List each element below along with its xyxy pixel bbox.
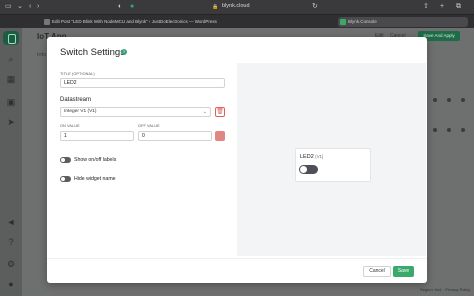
grid-icon[interactable]: ▦ [5,73,17,85]
widget-icon[interactable] [461,98,465,102]
preview-title: LED2 (V1) [300,154,323,160]
widget-icon[interactable] [461,128,465,132]
show-onoff-labels-label: Show on/off labels [74,157,117,163]
switch-settings-modal: Switch Settings ? TITLE (OPTIONAL) LED2 … [47,37,427,283]
region-footer: Region: fra1 · Privacy Policy [420,287,471,292]
extension-icon[interactable]: ● [130,3,134,11]
widget-icon[interactable] [433,98,437,102]
tab-info[interactable]: Info [37,52,46,58]
footer-divider [47,258,427,259]
lock-icon: 🔒 [212,4,219,10]
share-icon[interactable]: ⇧ [423,3,429,11]
back-icon[interactable]: ‹ [29,3,31,11]
avatar[interactable]: ● [5,278,17,290]
show-onoff-labels-toggle[interactable] [60,157,71,163]
megaphone-icon[interactable]: ◄ [5,216,17,228]
address-bar[interactable]: blynk.cloud [222,3,250,9]
wordpress-icon [44,19,50,25]
blynk-logo[interactable] [3,31,19,45]
widget-icon[interactable] [447,128,451,132]
sidebar-toggle-icon[interactable]: ▭ [5,3,12,11]
chevron-down-icon: ⌄ [202,109,207,115]
delete-datastream-button[interactable]: 🗑 [215,107,225,117]
title-field-label: TITLE (OPTIONAL) [60,72,95,76]
hide-widget-name-toggle[interactable] [60,176,71,182]
widget-icon[interactable] [447,98,451,102]
cancel-button[interactable]: Cancel [363,266,391,277]
tab-label: Blynk.Console [348,19,377,24]
tab-label: Edit Post "LED Blink With NodeMCU and Bl… [52,19,217,24]
blynk-icon [340,19,346,25]
help-icon[interactable]: ? [5,236,17,248]
off-value-input[interactable]: 0 [138,131,212,141]
preview-name: LED2 [300,154,314,160]
sidebar: ⌕ ▦ ▣ ➤ ◄ ? ⚙ ● [0,28,22,296]
tab-blynk-console[interactable]: Blynk.Console [338,17,468,27]
modal-title: Switch Settings [60,47,125,58]
on-value-label: ON VALUE [60,124,80,128]
on-value-input[interactable]: 1 [60,131,134,141]
title-input[interactable]: LED2 [60,78,225,88]
datastream-select[interactable]: Integer V1 (V1) ⌄ [60,107,211,117]
browser-chrome: ▭ ⌄ ‹ › ◐ ● 🔒 blynk.cloud ↻ ⇧ + ⧉ Edit P… [0,0,474,28]
preview-switch[interactable] [299,165,318,174]
chevron-down-icon[interactable]: ⌄ [17,3,23,11]
new-tab-icon[interactable]: + [440,3,444,11]
tab-overview-icon[interactable]: ⧉ [456,3,461,11]
widget-icon[interactable] [433,128,437,132]
devices-icon[interactable]: ▣ [5,96,17,108]
datastream-value: Integer V1 (V1) [64,109,97,114]
send-icon[interactable]: ➤ [5,116,17,128]
preview-pin: (V1) [315,154,324,159]
shield-icon[interactable]: ◐ [118,3,122,11]
trash-icon: 🗑 [216,109,224,115]
reload-icon[interactable]: ↻ [312,3,318,11]
search-icon[interactable]: ⌕ [5,53,17,65]
tab-bar: Edit Post "LED Blink With NodeMCU and Bl… [0,14,474,28]
widget-preview-pane: LED2 (V1) [237,63,426,256]
help-icon[interactable]: ? [121,49,127,55]
tab-wordpress[interactable]: Edit Post "LED Blink With NodeMCU and Bl… [42,17,232,27]
color-picker[interactable] [215,131,225,141]
off-value-label: OFF VALUE [138,124,160,128]
hide-widget-name-label: Hide widget name [74,176,116,182]
browser-toolbar: ▭ ⌄ ‹ › ◐ ● 🔒 blynk.cloud ↻ ⇧ + ⧉ [0,0,474,14]
widget-palette [425,68,474,278]
save-button[interactable]: Save [393,266,414,277]
switch-widget-preview: LED2 (V1) [295,148,371,182]
datastream-label: Datastream [60,97,92,103]
settings-icon[interactable]: ⚙ [5,258,17,270]
forward-icon[interactable]: › [37,3,39,11]
